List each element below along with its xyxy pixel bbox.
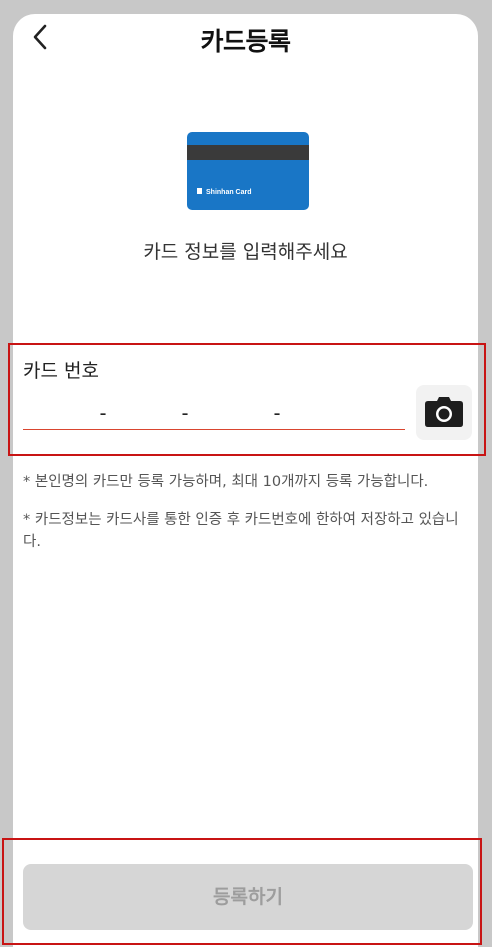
phone-screen: 카드등록 Shinhan Card 카드 정보를 입력해주세요 카드 번호 - … — [13, 14, 478, 947]
notice-text-2: * 카드정보는 카드사를 통한 인증 후 카드번호에 한하여 저장하고 있습니다… — [23, 512, 459, 550]
card-illustration: Shinhan Card — [187, 132, 309, 210]
page-title: 카드등록 — [200, 27, 291, 56]
card-number-separator-3: - — [271, 401, 284, 425]
camera-scan-button[interactable] — [416, 385, 472, 440]
card-number-separator-1: - — [97, 401, 110, 425]
header: 카드등록 — [13, 14, 478, 60]
card-number-separator-2: - — [179, 401, 192, 425]
card-number-input[interactable]: - - - — [23, 397, 405, 430]
card-number-label: 카드 번호 — [23, 360, 99, 382]
camera-icon — [425, 397, 463, 427]
notice-text-1: * 본인명의 카드만 등록 가능하며, 최대 10개까지 등록 가능합니다. — [23, 474, 429, 490]
card-brand-text: Shinhan Card — [206, 189, 252, 196]
instruction-text: 카드 정보를 입력해주세요 — [143, 241, 348, 263]
register-button[interactable]: 등록하기 — [23, 864, 473, 930]
